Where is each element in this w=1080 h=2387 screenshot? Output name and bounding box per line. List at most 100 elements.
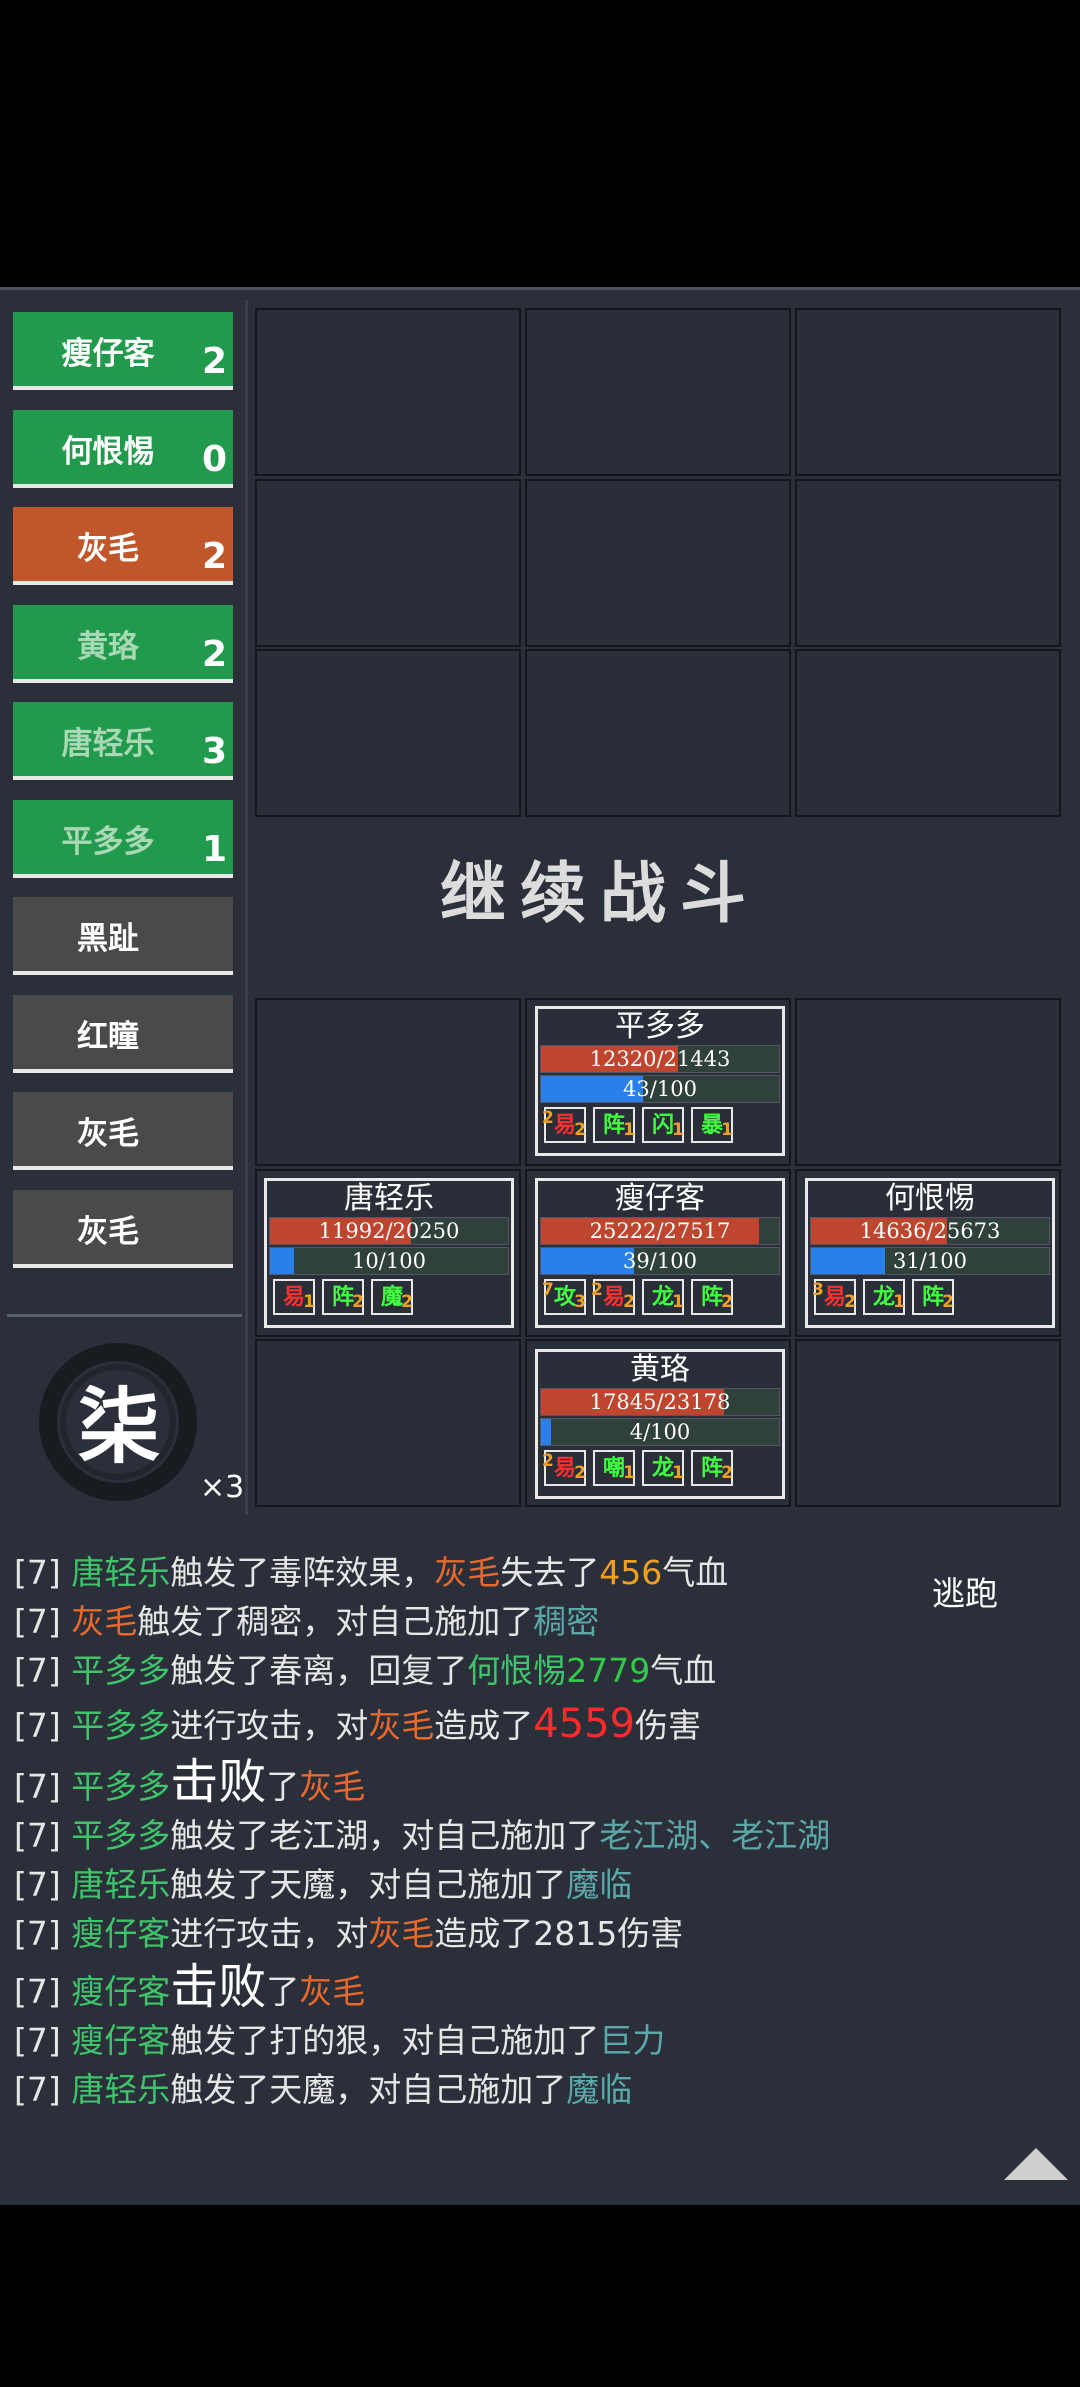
grid-cell[interactable] [795, 308, 1061, 476]
log-line: [7] 平多多击败了灰毛 [14, 1753, 1054, 1811]
skill-icon[interactable]: 龙1 [863, 1279, 905, 1315]
unit-card[interactable]: 平多多 12320/21443 43/100 易 2 2 阵 1 闪 1 暴 1 [535, 1006, 785, 1156]
skill-row: 易32龙1阵2 [810, 1277, 1052, 1315]
grid-cell[interactable] [255, 308, 521, 476]
log-line: [7] 平多多进行攻击，对灰毛造成了4559伤害 [14, 1695, 1054, 1753]
log-line: [7] 瘦仔客进行攻击，对灰毛造成了2815伤害 [14, 1909, 1054, 1958]
grid-cell[interactable] [795, 1339, 1061, 1507]
turn-name: 平多多 [61, 823, 155, 860]
skill-icon[interactable]: 龙1 [642, 1279, 684, 1315]
turn-name: 灰毛 [77, 531, 139, 567]
grid-cell[interactable] [255, 998, 521, 1166]
turn-name: 灰毛 [77, 1213, 139, 1250]
log-text: 伤害 [635, 1706, 702, 1745]
skill-icon[interactable]: 阵2 [691, 1279, 733, 1315]
log-text: 灰毛 [299, 1972, 366, 2011]
skill-icon[interactable]: 龙1 [642, 1450, 684, 1486]
turn-order-item: 瘦仔客 2 [13, 312, 233, 390]
collapse-arrow-icon[interactable] [1004, 2148, 1068, 2180]
turn-count: 1 [201, 828, 227, 870]
unit-card[interactable]: 瘦仔客 25222/27517 39/100 攻 7 3 易 2 2 龙 1 阵 2 [535, 1178, 785, 1328]
log-text: [7] [14, 1816, 72, 1855]
turn-name: 红瞳 [77, 1018, 139, 1055]
grid-cell[interactable] [255, 478, 521, 647]
speed-multiplier[interactable]: ×3 [200, 1470, 244, 1505]
grid-cell[interactable] [525, 308, 791, 476]
skill-level: 1 [721, 1120, 733, 1140]
energy-value: 39/100 [623, 1249, 697, 1273]
log-text: [7] [14, 1767, 72, 1806]
log-text: 击败 [170, 1959, 267, 2015]
grid-cell[interactable] [795, 649, 1061, 817]
turn-order-item: 红瞳 [13, 994, 233, 1073]
unit-name: 平多多 [615, 1009, 705, 1044]
energy-bar: 39/100 [540, 1247, 780, 1275]
unit-card[interactable]: 唐轻乐 11992/20250 10/100 易 1 阵 2 魔 2 [264, 1178, 514, 1328]
skill-icon[interactable]: 魔2 [371, 1279, 413, 1315]
log-text: 唐轻乐 [71, 2070, 171, 2109]
log-text: 触发了天魔，对自己施加了 [170, 2070, 567, 2109]
energy-value: 10/100 [352, 1249, 426, 1273]
turn-order-item: 何恨惕 0 [13, 409, 233, 488]
log-text: 触发了老江湖，对自己施加了 [170, 1816, 600, 1855]
log-text: 瘦仔客 [71, 1914, 171, 1953]
grid-cell[interactable] [255, 649, 521, 817]
skill-stack: 2 [591, 1280, 603, 1300]
log-text: [7] [14, 1602, 72, 1641]
log-text: 魔临 [566, 2070, 633, 2109]
skill-icon[interactable]: 易22 [591, 1279, 635, 1315]
skill-icon[interactable]: 易32 [812, 1279, 856, 1315]
skill-level: 3 [574, 1292, 586, 1312]
skill-icon[interactable]: 闪1 [642, 1107, 684, 1143]
log-text: 进行攻击，对 [170, 1914, 369, 1953]
log-text: [7] [14, 1706, 72, 1745]
skill-icon[interactable]: 易22 [542, 1107, 586, 1143]
log-text: [7] [14, 2070, 72, 2109]
round-number: 柒 [78, 1379, 161, 1475]
skill-icon[interactable]: 暴1 [691, 1107, 733, 1143]
turn-count: 2 [201, 536, 227, 577]
turn-name: 何恨惕 [61, 433, 155, 470]
flee-button[interactable]: 逃跑 [880, 1566, 1050, 1622]
skill-level: 1 [672, 1120, 684, 1140]
log-text: 进行攻击，对 [170, 1706, 369, 1745]
log-text: [7] [14, 1914, 72, 1953]
log-text: 何恨惕 [467, 1651, 567, 1690]
skill-icon[interactable]: 阵2 [322, 1279, 364, 1315]
grid-cell[interactable] [795, 478, 1061, 647]
skill-icon[interactable]: 阵2 [691, 1450, 733, 1486]
skill-icon[interactable]: 阵1 [593, 1107, 635, 1143]
grid-cell[interactable] [255, 1339, 521, 1507]
grid-cell[interactable] [795, 998, 1061, 1166]
hp-value: 14636/25673 [859, 1219, 1001, 1243]
skill-icon[interactable]: 攻73 [542, 1279, 586, 1315]
skill-icon[interactable]: 易1 [273, 1279, 315, 1315]
turn-order-item: 灰毛 [13, 1189, 233, 1268]
unit-card[interactable]: 黄珞 17845/23178 4/100 易 2 2 嘲 1 龙 1 阵 2 [535, 1349, 785, 1499]
skill-icon[interactable]: 阵2 [912, 1279, 954, 1315]
continue-battle-button[interactable]: 继续战斗 [440, 840, 940, 932]
hp-bar: 17845/23178 [540, 1388, 780, 1416]
skill-stack: 3 [812, 1280, 824, 1300]
skill-icon[interactable]: 嘲1 [593, 1450, 635, 1486]
skill-icon[interactable]: 易22 [542, 1450, 586, 1486]
skill-level: 1 [672, 1292, 684, 1312]
log-text: [7] [14, 1553, 72, 1592]
skill-level: 2 [574, 1120, 586, 1140]
grid-cell[interactable] [525, 478, 791, 647]
grid-cell[interactable] [525, 649, 791, 817]
unit-name: 瘦仔客 [615, 1181, 705, 1216]
energy-bar: 4/100 [540, 1418, 780, 1446]
log-text: 平多多 [71, 1816, 171, 1855]
log-text: 巨力 [599, 2021, 666, 2060]
log-text: 灰毛 [71, 1602, 138, 1641]
log-text: [7] [14, 1865, 72, 1904]
unit-card[interactable]: 何恨惕 14636/25673 31/100 易 3 2 龙 1 阵 2 [805, 1178, 1055, 1328]
top-divider [0, 287, 1080, 290]
hp-bar: 12320/21443 [540, 1045, 780, 1073]
hp-value: 11992/20250 [318, 1219, 460, 1243]
log-text: 气血 [662, 1553, 729, 1592]
turn-order-item: 灰毛 2 [13, 507, 233, 585]
hp-value: 17845/23178 [589, 1390, 731, 1414]
skill-stack: 2 [542, 1451, 554, 1471]
